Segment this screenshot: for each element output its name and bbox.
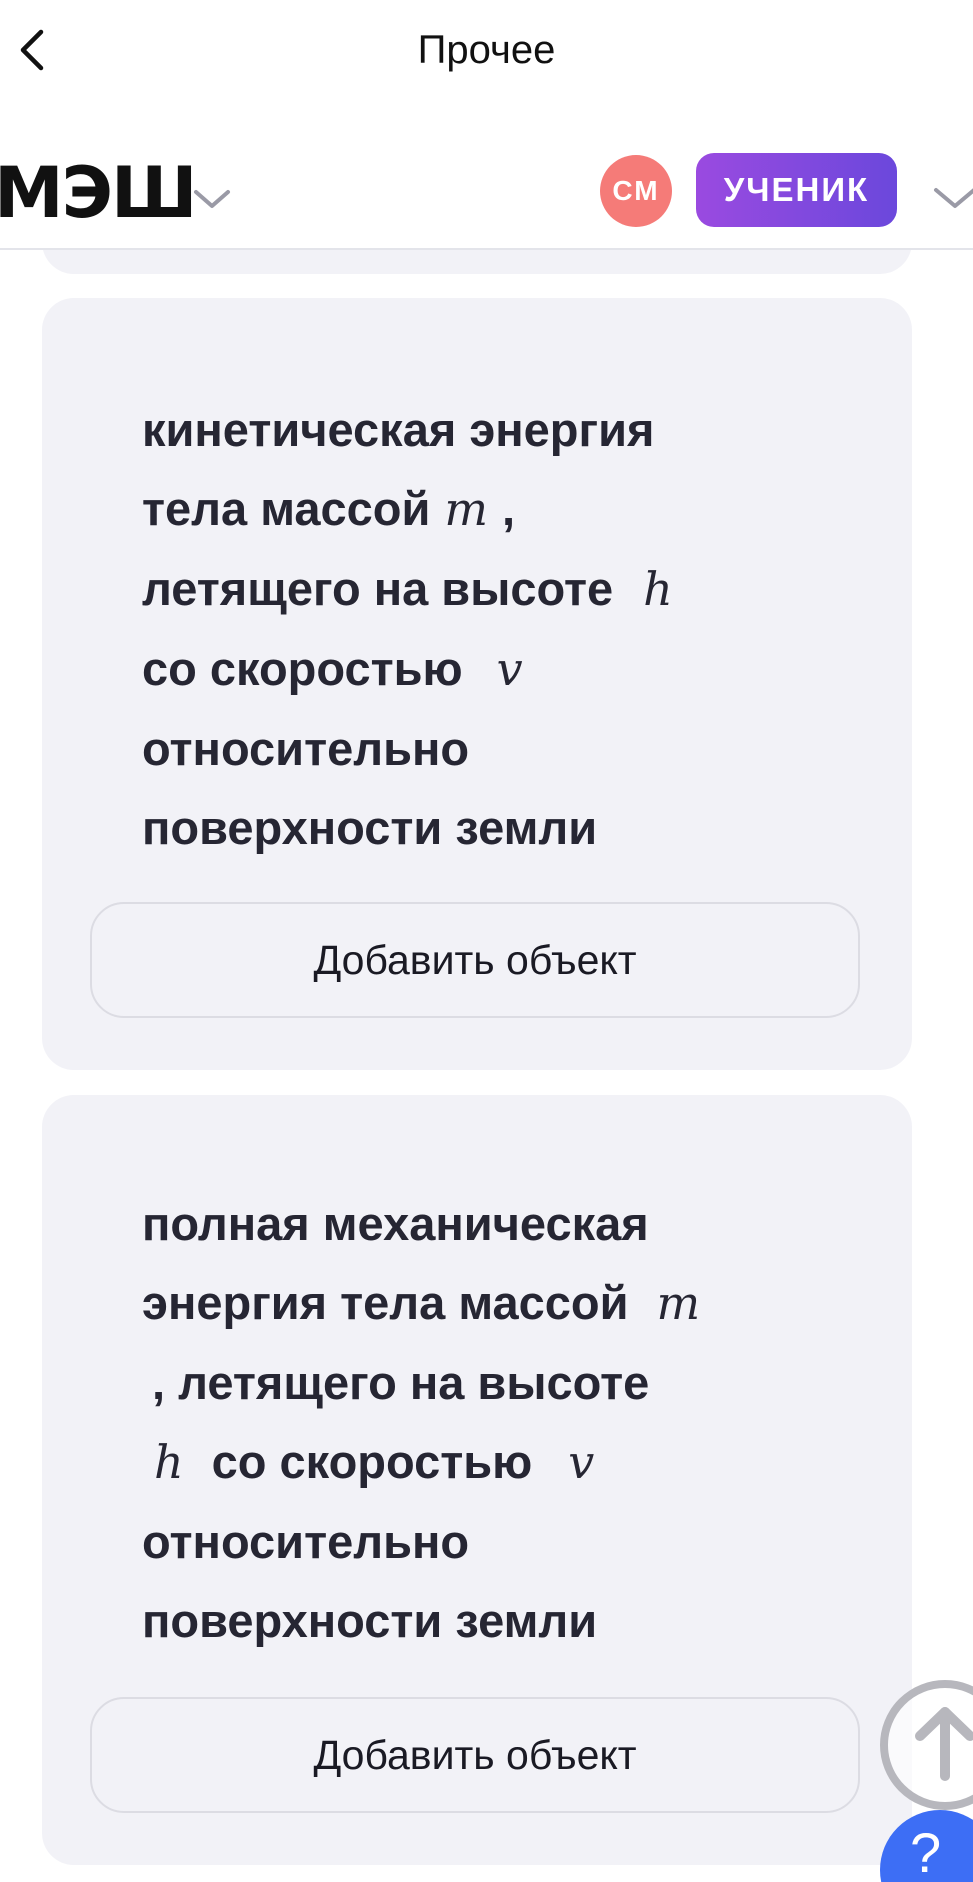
- math-variable: h: [154, 1435, 184, 1489]
- description-line: h со скоростью v: [154, 1435, 595, 1489]
- avatar[interactable]: СМ: [600, 155, 672, 227]
- top-nav-bar: Прочее: [0, 0, 973, 100]
- description-line: кинетическая энергия: [142, 403, 655, 456]
- formula-card: кинетическая энергия тела массой m, летящ…: [42, 298, 912, 1070]
- formula-card: полная механическая энергия тела массой m…: [42, 1095, 912, 1865]
- description-line: относительно: [142, 1515, 470, 1568]
- math-variable: h: [643, 562, 673, 616]
- description-line: поверхности земли: [142, 801, 598, 854]
- math-variable: m: [444, 482, 489, 536]
- description-line: , летящего на высоте: [152, 1356, 650, 1409]
- page-title: Прочее: [417, 28, 556, 72]
- add-object-button[interactable]: Добавить объект: [90, 902, 860, 1018]
- arrow-up-icon: [915, 1707, 973, 1781]
- description-line: летящего на высоте h: [142, 562, 673, 616]
- description-line: со скоростью v: [142, 642, 523, 696]
- description-line: тела массой m,: [142, 482, 516, 536]
- page: Прочее кинетическая энергия тела массой m…: [0, 0, 973, 1882]
- formula-description: кинетическая энергия тела массой m, летящ…: [142, 390, 762, 867]
- description-line: энергия тела массой m: [142, 1276, 701, 1330]
- math-variable: v: [568, 1435, 595, 1489]
- description-line: полная механическая: [142, 1197, 649, 1250]
- add-object-button[interactable]: Добавить объект: [90, 1697, 860, 1813]
- description-line: поверхности земли: [142, 1594, 598, 1647]
- help-icon: ?: [910, 1821, 942, 1882]
- role-badge[interactable]: УЧЕНИК: [696, 153, 897, 227]
- chevron-down-icon[interactable]: [190, 180, 234, 216]
- description-line: относительно: [142, 722, 470, 775]
- scroll-to-top-button[interactable]: [880, 1680, 973, 1810]
- formula-description: полная механическая энергия тела массой m…: [142, 1184, 762, 1660]
- math-variable: v: [496, 642, 523, 696]
- math-variable: m: [656, 1276, 701, 1330]
- logo[interactable]: МЭШ: [0, 158, 198, 228]
- chevron-down-icon[interactable]: [930, 178, 973, 214]
